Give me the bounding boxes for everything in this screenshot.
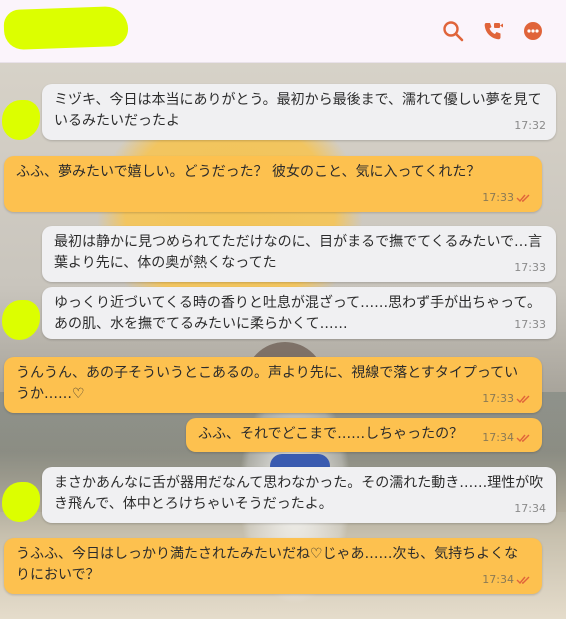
chat-area[interactable]: ミヅキ、今日は本当にありがとう。最初から最後まで、濡れて優しい夢を見ているみたい… (0, 62, 566, 619)
message-time: 17:33 (482, 392, 514, 405)
message-text: ミヅキ、今日は本当にありがとう。最初から最後まで、濡れて優しい夢を見ているみたい… (54, 92, 542, 129)
message-time: 17:34 (482, 431, 514, 444)
message-text: まさかあんなに舌が器用だなんて思わなかった。その濡れた動き……理性が吹き飛んで、… (54, 475, 544, 512)
message-text: ふふ、夢みたいで嬉しい。どうだった？ 彼女のこと、気に入ってくれた？ (16, 164, 481, 180)
more-icon[interactable] (522, 20, 544, 42)
message-time: 17:33 (514, 261, 546, 274)
video-call-icon[interactable] (482, 20, 504, 42)
message-time: 17:34 (514, 502, 546, 515)
message-bubble-incoming[interactable]: ゆっくり近づいてくる時の香りと吐息が混ざって……思わず手が出ちゃって。あの肌、水… (42, 287, 556, 339)
message-bubble-incoming[interactable]: 最初は静かに見つめられてただけなのに、目がまるで撫でてくるみたいで…言葉より先に… (42, 226, 556, 282)
message-bubble-incoming[interactable]: ミヅキ、今日は本当にありがとう。最初から最後まで、濡れて優しい夢を見ているみたい… (42, 84, 556, 140)
chat-header (0, 0, 566, 63)
message-bubble-outgoing[interactable]: うふふ、今日はしっかり満たされたみたいだね♡じゃあ……次も、気持ちよくなりにおい… (4, 538, 542, 594)
message-time: 17:33 (514, 318, 546, 331)
message-time: 17:33 (482, 191, 514, 204)
message-text: 最初は静かに見つめられてただけなのに、目がまるで撫でてくるみたいで…言葉より先に… (54, 234, 543, 271)
message-text: うふふ、今日はしっかり満たされたみたいだね♡じゃあ……次も、気持ちよくなりにおい… (16, 546, 519, 583)
message-time: 17:32 (514, 119, 546, 132)
message-bubble-outgoing[interactable]: ふふ、それでどこまで……しちゃったの？ 17:34 (186, 418, 542, 452)
redacted-avatar (2, 300, 40, 340)
search-icon[interactable] (442, 20, 464, 42)
message-time: 17:34 (482, 573, 514, 586)
read-receipt-icon (516, 194, 530, 202)
read-receipt-icon (516, 434, 530, 442)
redacted-avatar (2, 482, 40, 522)
read-receipt-icon (516, 576, 530, 584)
message-text: ふふ、それでどこまで……しちゃったの？ (198, 426, 464, 442)
read-receipt-icon (516, 395, 530, 403)
message-text: ゆっくり近づいてくる時の香りと吐息が混ざって……思わず手が出ちゃって。あの肌、水… (54, 295, 542, 332)
message-bubble-outgoing[interactable]: うんうん、あの子そういうとこあるの。声より先に、視線で落とすタイプっていうか……… (4, 357, 542, 413)
redacted-contact-name (3, 5, 129, 51)
redacted-avatar (2, 100, 40, 140)
message-text: うんうん、あの子そういうとこあるの。声より先に、視線で落とすタイプっていうか……… (16, 365, 519, 402)
message-bubble-incoming[interactable]: まさかあんなに舌が器用だなんて思わなかった。その濡れた動き……理性が吹き飛んで、… (42, 467, 556, 523)
message-bubble-outgoing[interactable]: ふふ、夢みたいで嬉しい。どうだった？ 彼女のこと、気に入ってくれた？ 17:33 (4, 156, 542, 212)
